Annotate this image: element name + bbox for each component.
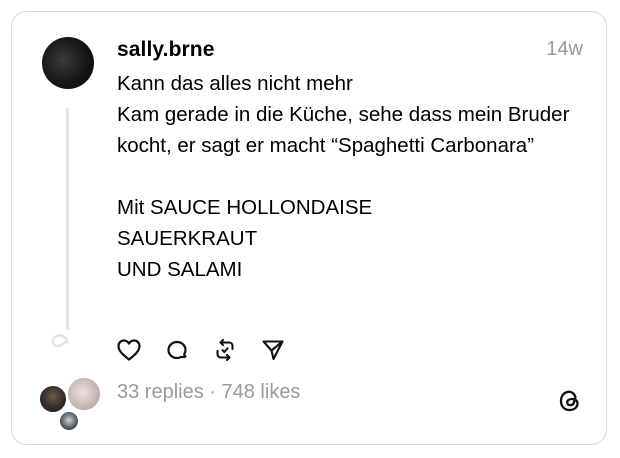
threads-logo-icon[interactable] — [557, 388, 583, 414]
replies-count[interactable]: 33 replies — [117, 381, 204, 403]
likes-count[interactable]: 748 likes — [222, 381, 301, 403]
heart-icon — [117, 339, 141, 361]
send-icon — [262, 340, 284, 361]
replier-avatar — [66, 376, 102, 412]
post-timestamp: 14w — [546, 38, 583, 60]
post-stats: 33 replies · 748 likes — [117, 381, 300, 404]
repost-button[interactable] — [212, 337, 238, 363]
like-button[interactable] — [116, 337, 142, 363]
stats-separator: · — [203, 381, 222, 403]
reply-button[interactable] — [164, 337, 190, 363]
replier-avatar — [58, 410, 80, 432]
action-bar — [116, 336, 308, 364]
author-avatar[interactable] — [42, 37, 94, 89]
repost-icon — [216, 338, 234, 362]
replier-avatar — [38, 384, 68, 414]
share-button[interactable] — [260, 337, 286, 363]
post-text: Kann das alles nicht mehr Kam gerade in … — [117, 72, 570, 281]
comment-icon — [167, 340, 187, 360]
thread-loop-icon — [51, 334, 69, 348]
author-username[interactable]: sally.brne — [117, 38, 215, 62]
thread-line — [66, 108, 69, 330]
